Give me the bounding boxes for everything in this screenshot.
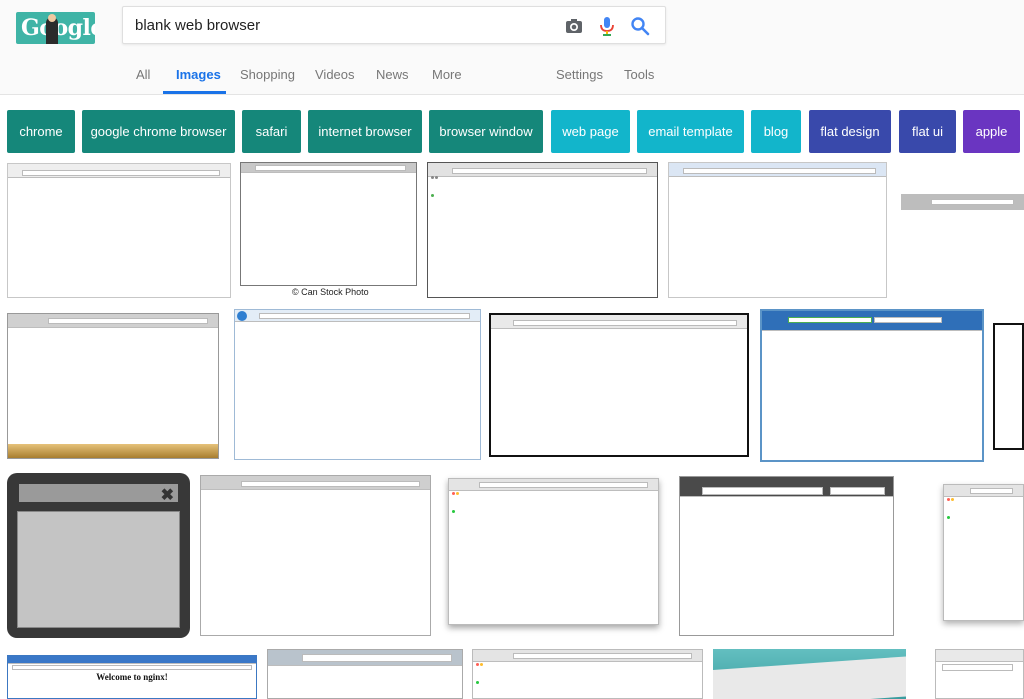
chip-google-chrome-browser[interactable]: google chrome browser	[82, 110, 235, 153]
chip-flat-ui[interactable]: flat ui	[899, 110, 956, 153]
google-doodle-logo[interactable]: Google	[16, 12, 95, 44]
image-result[interactable]	[234, 309, 481, 460]
microphone-icon[interactable]	[596, 15, 618, 37]
image-result[interactable]: Welcome to nginx!	[7, 655, 257, 699]
nginx-welcome-text: Welcome to nginx!	[96, 672, 168, 682]
chip-browser-window[interactable]: browser window	[429, 110, 543, 153]
related-search-chips: chrome google chrome browser safari inte…	[0, 110, 1024, 153]
chip-flat-design[interactable]: flat design	[809, 110, 891, 153]
image-result[interactable]	[448, 478, 659, 625]
close-icon: ✖	[160, 487, 174, 504]
search-tabs: All Images Shopping Videos News More Set…	[0, 60, 1024, 94]
chip-apple[interactable]: apple	[963, 110, 1020, 153]
tools-link[interactable]: Tools	[624, 67, 654, 82]
image-result[interactable]	[472, 649, 703, 699]
image-result[interactable]	[267, 649, 463, 699]
image-result[interactable]	[901, 190, 1024, 212]
chip-internet-browser[interactable]: internet browser	[308, 110, 422, 153]
logo-text: Google	[21, 15, 95, 41]
tab-videos[interactable]: Videos	[315, 67, 355, 82]
image-result[interactable]	[760, 309, 984, 462]
tab-shopping[interactable]: Shopping	[240, 67, 295, 82]
image-caption: © Can Stock Photo	[292, 287, 369, 297]
image-result[interactable]	[240, 162, 417, 286]
chip-chrome[interactable]: chrome	[7, 110, 75, 153]
image-result[interactable]	[7, 163, 231, 298]
image-result[interactable]	[679, 476, 894, 636]
chip-safari[interactable]: safari	[242, 110, 301, 153]
image-result[interactable]	[935, 649, 1024, 699]
image-result[interactable]	[489, 313, 749, 457]
tab-news[interactable]: News	[376, 67, 409, 82]
chip-web-page[interactable]: web page	[551, 110, 630, 153]
image-result[interactable]	[7, 313, 219, 459]
image-result[interactable]	[993, 323, 1024, 450]
header: Google	[0, 0, 1024, 95]
search-icon[interactable]	[629, 15, 651, 37]
image-result[interactable]	[427, 162, 658, 298]
image-result[interactable]	[943, 484, 1024, 621]
image-result[interactable]	[713, 649, 906, 699]
tab-more[interactable]: More	[432, 67, 462, 82]
chip-blog[interactable]: blog	[751, 110, 801, 153]
chip-email-template[interactable]: email template	[637, 110, 744, 153]
tab-images[interactable]: Images	[176, 67, 221, 82]
image-result[interactable]	[200, 475, 431, 636]
camera-icon[interactable]	[563, 15, 585, 37]
search-input[interactable]	[135, 15, 555, 35]
doodle-head	[48, 14, 56, 22]
search-box[interactable]	[122, 6, 666, 44]
settings-link[interactable]: Settings	[556, 67, 603, 82]
tab-all[interactable]: All	[136, 67, 150, 82]
image-result[interactable]	[668, 162, 887, 298]
image-result[interactable]: ✖	[7, 473, 190, 638]
active-tab-indicator	[163, 91, 226, 94]
